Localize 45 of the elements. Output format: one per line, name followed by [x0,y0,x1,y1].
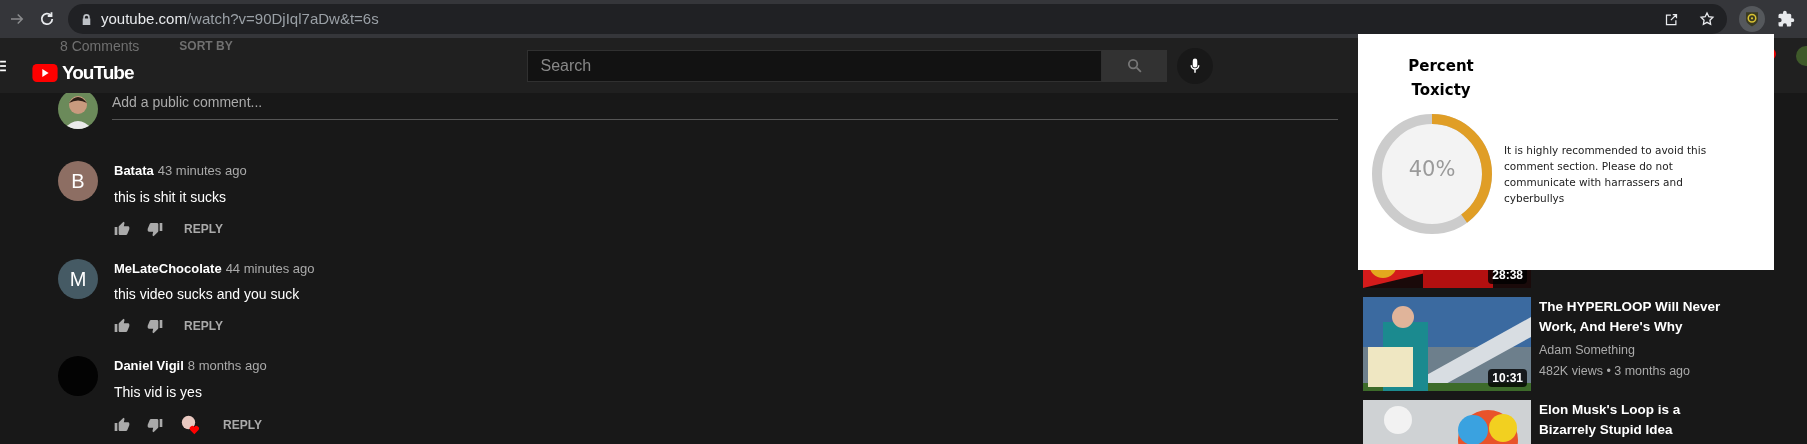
reply-button[interactable]: REPLY [180,317,227,335]
thumbs-up-icon[interactable] [114,318,130,334]
open-in-new-icon[interactable] [1664,11,1679,27]
play-logo-icon [32,63,58,82]
sort-by-label: SORT BY [179,39,233,54]
video-title[interactable]: The HYPERLOOP Will Never Work, And Here's Why [1539,297,1739,337]
thumbs-up-icon[interactable] [114,220,130,237]
comment-text: this video sucks and you suck [114,285,301,304]
comment-author[interactable]: Batata [114,161,154,181]
url-text: youtube.com/watch?v=90DjIql7aDw&t=6s [101,8,379,29]
comment-input[interactable]: Add a public comment... [112,89,1338,120]
reply-button[interactable]: REPLY [180,219,227,238]
star-icon[interactable] [1699,11,1715,27]
thumbs-up-icon[interactable] [114,416,130,433]
thumbs-down-icon[interactable] [147,220,163,237]
commenter-avatar[interactable]: B [58,161,98,201]
comment-count: 8 Comments [60,39,140,54]
address-bar[interactable]: youtube.com/watch?v=90DjIql7aDw&t=6s [68,4,1727,34]
youtube-logo[interactable]: YouTube [62,62,134,83]
comment-author[interactable]: Daniel Vigil [114,356,184,376]
puzzle-icon[interactable] [1777,10,1795,28]
reply-button[interactable]: REPLY [219,415,266,434]
comment-time[interactable]: 8 months ago [187,356,267,376]
comment-time[interactable]: 44 minutes ago [225,258,315,278]
reload-icon[interactable] [38,10,56,28]
thumbs-down-icon[interactable] [147,416,163,433]
search-icon [1126,57,1144,74]
lock-icon [80,12,93,26]
comment-time[interactable]: 43 minutes ago [157,161,247,181]
comment-author[interactable]: MeLateChocolate [114,258,222,278]
search-field[interactable]: Search [527,49,1103,82]
extension-button[interactable] [1739,6,1765,32]
popup-title: Percent Toxicty [1407,56,1475,101]
comment-text: This vid is yes [114,382,203,402]
toxicity-percentage: 40% [1407,156,1457,183]
channel-name[interactable]: Adam Something [1539,341,1739,360]
warning-message: It is highly recommended to avoid this comment section. Please do not communicate with harrassers and cyberbullys [1504,143,1708,206]
video-duration: 10:31 [1488,369,1527,387]
menu-icon[interactable] [0,58,6,73]
video-stats: 482K views • 3 months ago [1539,362,1691,380]
comment-text: this is shit it sucks [114,187,228,207]
commenter-avatar[interactable]: M [58,258,98,299]
thumbs-down-icon[interactable] [147,318,163,334]
search-button[interactable] [1102,49,1168,82]
video-title[interactable]: Elon Musk's Loop is a Bizarrely Stupid Idea [1539,400,1739,440]
